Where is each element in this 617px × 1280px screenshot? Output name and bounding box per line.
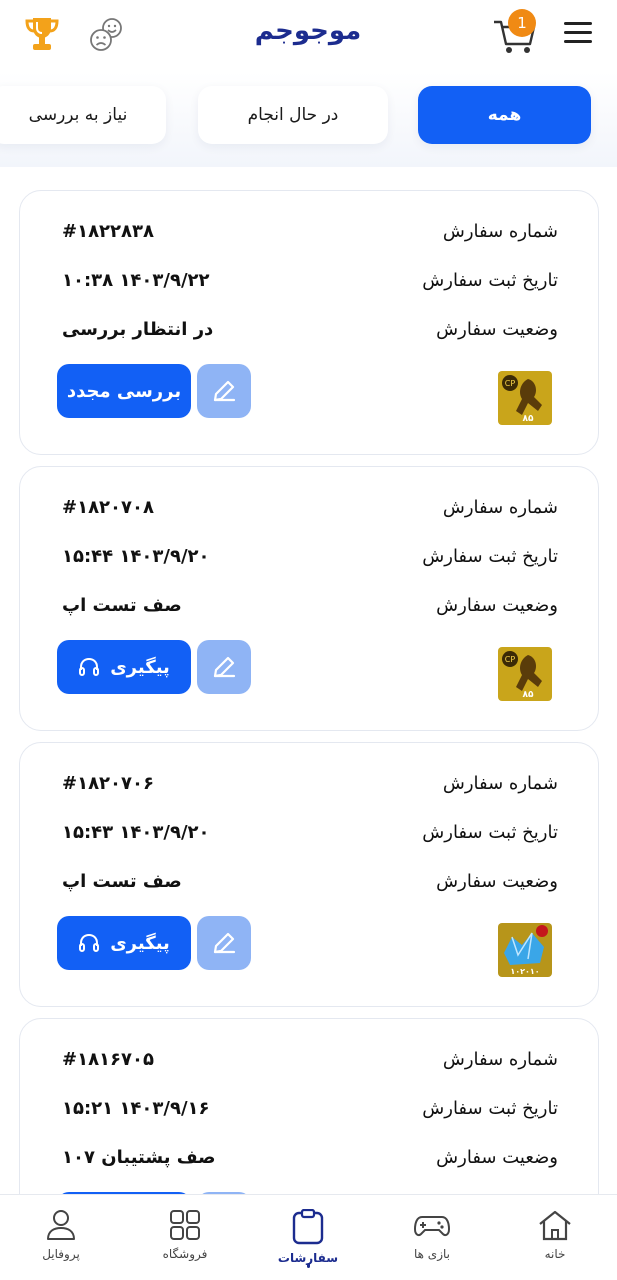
brand-logo[interactable]: موجوجم [248, 14, 368, 48]
order-date-label: تاریخ ثبت سفارش [422, 270, 558, 291]
nav-home[interactable]: خانه [507, 1209, 603, 1269]
thumb-amount-text: ۸۵ [523, 414, 534, 424]
thumb-amount-text: ۸۵ [523, 690, 534, 700]
edit-pencil-icon [213, 932, 236, 954]
edit-pencil-icon [213, 656, 236, 678]
order-number-label: شماره سفارش [442, 497, 558, 518]
tab-all[interactable]: همه [418, 86, 591, 144]
active-indicator [307, 1263, 310, 1268]
follow-up-button-label: پیگیری [110, 656, 170, 678]
order-number-label: شماره سفارش [442, 773, 558, 794]
hamburger-menu-icon[interactable] [564, 22, 592, 46]
app-header: موجوجم 1 [0, 0, 617, 72]
order-filter-tabs: همه در حال انجام نیاز به بررسی [0, 72, 617, 167]
order-status-value: صف تست اپ [62, 871, 182, 892]
thumb-cp-text: CP [505, 655, 516, 664]
order-status-label: وضعیت سفارش [436, 871, 558, 892]
order-number-value: #۱۸۱۶۷۰۵ [62, 1049, 154, 1070]
nav-orders[interactable]: سفارشات [260, 1209, 356, 1269]
nav-store[interactable]: فروشگاه [137, 1209, 233, 1269]
recheck-button[interactable]: بررسی مجدد [57, 364, 191, 418]
tab-needs-review[interactable]: نیاز به بررسی [0, 86, 166, 144]
order-status-label: وضعیت سفارش [436, 1147, 558, 1168]
order-number-value: #۱۸۲۰۷۰۶ [62, 773, 154, 794]
edit-pencil-icon [213, 380, 236, 402]
order-date-value: ۱۴۰۳/۹/۱۶ ۱۵:۲۱ [62, 1098, 210, 1119]
soldier-game-icon: CP ۸۵ [498, 647, 552, 701]
nav-games[interactable]: بازی ها [384, 1209, 480, 1269]
order-card: شماره سفارش #۱۸۱۶۷۰۵ تاریخ ثبت سفارش ۱۴۰۳/… [19, 1018, 599, 1194]
order-date-value: ۱۴۰۳/۹/۲۰ ۱۵:۴۳ [62, 822, 210, 843]
soldier-game-icon: CP ۸۵ [498, 371, 552, 425]
order-date-value: ۱۴۰۳/۹/۲۲ ۱۰:۳۸ [62, 270, 210, 291]
order-status-label: وضعیت سفارش [436, 595, 558, 616]
order-status-label: وضعیت سفارش [436, 319, 558, 340]
order-number-label: شماره سفارش [442, 1049, 558, 1070]
order-card: شماره سفارش #۱۸۲۲۸۳۸ تاریخ ثبت سفارش ۱۴۰۳/… [19, 190, 599, 455]
headset-icon [79, 933, 100, 952]
gems-pack-icon: ۱۰۲۰۱۰ [498, 923, 552, 977]
order-date-label: تاریخ ثبت سفارش [422, 1098, 558, 1119]
order-date-label: تاریخ ثبت سفارش [422, 822, 558, 843]
order-date-value: ۱۴۰۳/۹/۲۰ ۱۵:۴۴ [62, 546, 210, 567]
order-date-label: تاریخ ثبت سفارش [422, 546, 558, 567]
edit-order-button[interactable] [197, 640, 251, 694]
order-status-value: صف پشتیبان ۱۰۷ [62, 1147, 216, 1168]
order-status-value: در انتظار بررسی [62, 319, 214, 340]
trophy-icon[interactable] [22, 14, 62, 54]
orders-clipboard-icon [292, 1209, 324, 1245]
headset-icon [79, 657, 100, 676]
order-card: شماره سفارش #۱۸۲۰۷۰۶ تاریخ ثبت سفارش ۱۴۰۳/… [19, 742, 599, 1007]
home-icon [539, 1210, 571, 1241]
order-card: شماره سفارش #۱۸۲۰۷۰۸ تاریخ ثبت سفارش ۱۴۰۳/… [19, 466, 599, 731]
edit-order-button[interactable] [197, 364, 251, 418]
cart-count-badge: 1 [508, 9, 536, 37]
order-list: شماره سفارش #۱۸۲۲۸۳۸ تاریخ ثبت سفارش ۱۴۰۳/… [0, 188, 617, 1194]
tab-in-progress[interactable]: در حال انجام [198, 86, 388, 144]
nav-profile[interactable]: پروفایل [13, 1209, 109, 1269]
follow-up-button[interactable]: پیگیری [57, 916, 191, 970]
nav-home-label: خانه [544, 1247, 566, 1261]
order-number-label: شماره سفارش [442, 221, 558, 242]
nav-games-label: بازی ها [414, 1247, 450, 1261]
grid-store-icon [170, 1210, 200, 1240]
follow-up-button[interactable]: پیگیری [57, 640, 191, 694]
order-number-value: #۱۸۲۰۷۰۸ [62, 497, 154, 518]
nav-profile-label: پروفایل [42, 1247, 80, 1261]
user-icon [47, 1210, 75, 1240]
recheck-button-label: بررسی مجدد [66, 380, 182, 402]
nav-store-label: فروشگاه [162, 1247, 208, 1261]
follow-up-button-label: پیگیری [110, 932, 170, 954]
order-status-value: صف تست اپ [62, 595, 182, 616]
order-number-value: #۱۸۲۲۸۳۸ [62, 221, 154, 242]
gamepad-icon [413, 1216, 451, 1237]
thumb-amount-text: ۱۰۲۰۱۰ [510, 967, 539, 976]
thumb-cp-text: CP [505, 379, 516, 388]
sad-happy-face-icon[interactable] [88, 16, 126, 54]
bottom-navigation: خانه بازی ها سفارشات فروشگاه پروفایل [0, 1194, 617, 1280]
edit-order-button[interactable] [197, 916, 251, 970]
